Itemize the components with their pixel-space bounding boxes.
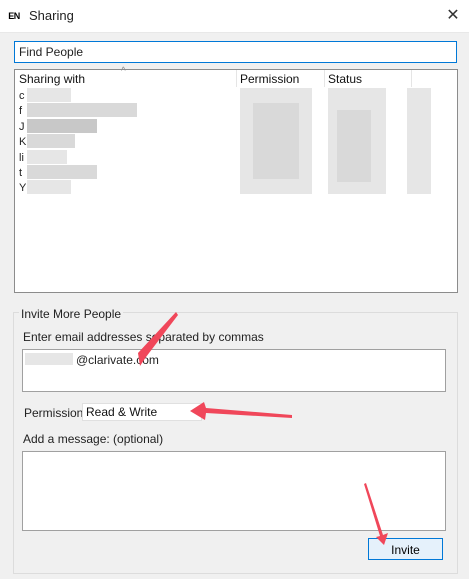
annotation-arrow-permission <box>190 402 292 420</box>
annotation-arrows <box>138 312 388 545</box>
annotation-arrow-invite <box>364 483 388 545</box>
annotation-arrow-email <box>138 312 178 366</box>
